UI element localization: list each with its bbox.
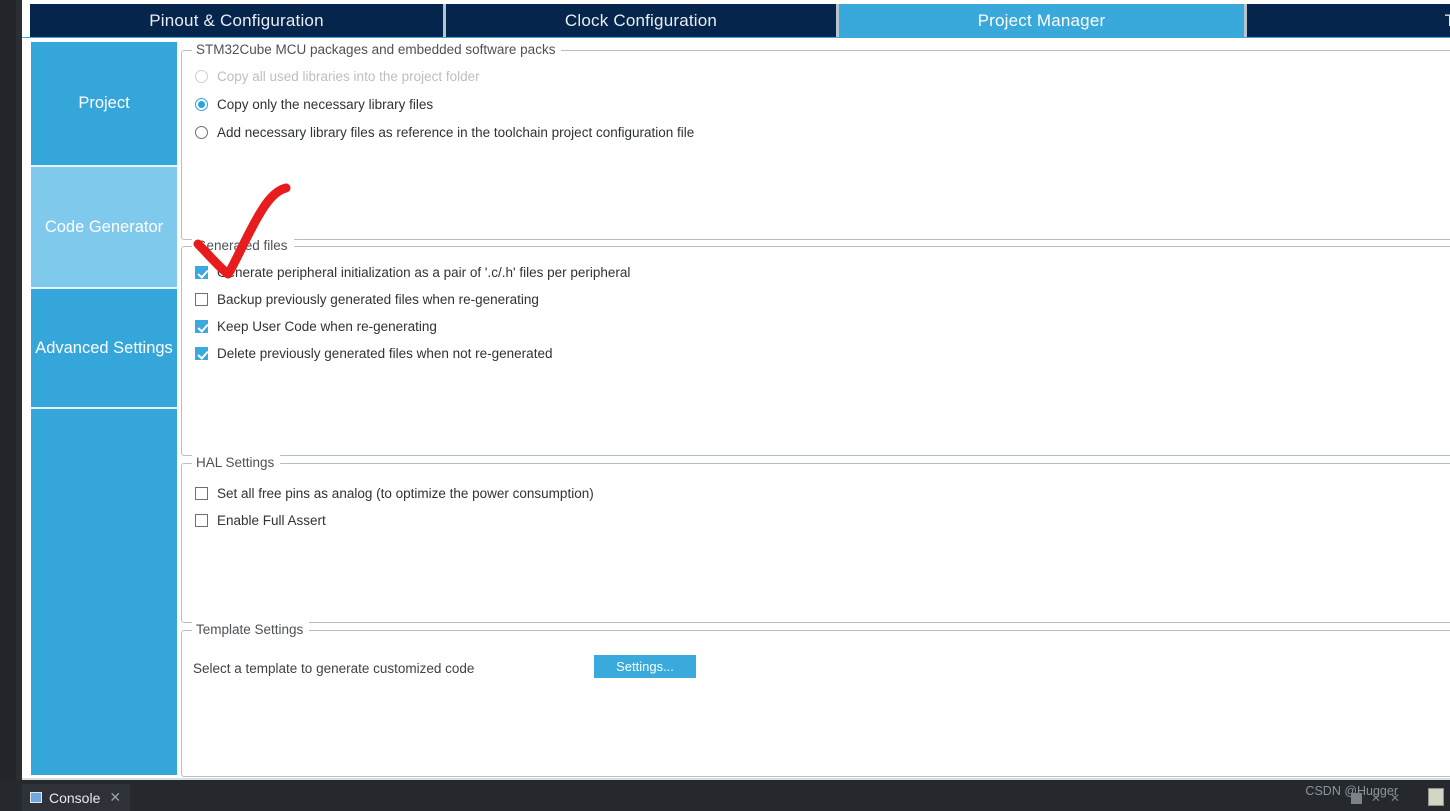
tab-label: Project Manager: [977, 10, 1106, 30]
template-settings-button[interactable]: Settings...: [594, 655, 696, 678]
checkbox-label: Enable Full Assert: [217, 513, 326, 528]
checkbox-label: Delete previously generated files when n…: [217, 346, 553, 361]
group-generated-files: Generated files Generate peripheral init…: [181, 238, 1450, 456]
tab-label: Pinout & Configuration: [149, 10, 324, 30]
close-x-icon-2: ✕: [1389, 791, 1400, 805]
tab-clock-configuration[interactable]: Clock Configuration: [446, 4, 836, 37]
checkbox-row-set-free-pins-analog[interactable]: Set all free pins as analog (to optimize…: [195, 486, 594, 501]
radio-label: Copy only the necessary library files: [217, 97, 434, 112]
group-generated-files-title: Generated files: [192, 238, 294, 253]
tab-project-manager[interactable]: Project Manager: [839, 4, 1244, 37]
bottom-status-bar: [0, 780, 1450, 811]
square-icon: [1350, 793, 1362, 804]
project-manager-sidebar: Project Code Generator Advanced Settings: [31, 42, 177, 779]
tab-tools[interactable]: To: [1247, 4, 1450, 37]
group-packages-title: STM32Cube MCU packages and embedded soft…: [192, 42, 562, 57]
corner-app-icon: [1428, 788, 1444, 806]
sidebar-item-label: Advanced Settings: [35, 338, 173, 357]
sidebar-item-empty[interactable]: [31, 409, 177, 775]
radio-icon[interactable]: [195, 70, 208, 83]
tab-label: To: [1444, 10, 1450, 30]
group-hal-settings: HAL Settings Set all free pins as analog…: [181, 455, 1450, 623]
radio-icon[interactable]: [195, 98, 208, 111]
checkbox-row-generate-peripheral-init[interactable]: Generate peripheral initialization as a …: [195, 265, 630, 280]
window-frame-left: [0, 0, 22, 795]
sidebar-item-label: Project: [78, 94, 130, 112]
watermark-icons: ✕ ✕: [1350, 791, 1400, 805]
checkbox-label: Keep User Code when re-generating: [217, 319, 437, 334]
radio-row-add-library-as-reference[interactable]: Add necessary library files as reference…: [195, 125, 694, 140]
sidebar-item-label: Code Generator: [44, 217, 164, 236]
checkbox-row-enable-full-assert[interactable]: Enable Full Assert: [195, 513, 326, 528]
radio-row-copy-all-libraries[interactable]: Copy all used libraries into the project…: [195, 69, 480, 84]
checkbox-icon[interactable]: [195, 347, 208, 360]
tab-label: Clock Configuration: [564, 10, 718, 30]
checkbox-icon[interactable]: [195, 514, 208, 527]
checkbox-label: Backup previously generated files when r…: [217, 292, 539, 307]
console-tab-label: Console: [49, 789, 101, 806]
sidebar-item-advanced-settings[interactable]: Advanced Settings: [31, 289, 177, 409]
group-template-settings: Template Settings Select a template to g…: [181, 622, 1450, 777]
radio-row-copy-necessary-library-files[interactable]: Copy only the necessary library files: [195, 97, 433, 112]
main-tabstrip: Pinout & Configuration Clock Configurati…: [22, 0, 1450, 38]
sidebar-item-code-generator[interactable]: Code Generator: [31, 167, 177, 289]
checkbox-label: Generate peripheral initialization as a …: [217, 265, 631, 280]
checkbox-row-delete-previously-generated[interactable]: Delete previously generated files when n…: [195, 346, 552, 361]
group-template-settings-title: Template Settings: [192, 622, 310, 637]
sidebar-item-project[interactable]: Project: [31, 42, 177, 167]
checkbox-row-keep-user-code[interactable]: Keep User Code when re-generating: [195, 319, 437, 334]
radio-label: Copy all used libraries into the project…: [217, 69, 480, 84]
radio-label: Add necessary library files as reference…: [217, 125, 695, 140]
close-icon[interactable]: ✕: [109, 789, 121, 806]
checkbox-row-backup-previously-generated[interactable]: Backup previously generated files when r…: [195, 292, 539, 307]
console-icon: [30, 792, 42, 803]
checkbox-icon[interactable]: [195, 320, 208, 333]
checkbox-icon[interactable]: [195, 293, 208, 306]
checkbox-icon[interactable]: [195, 266, 208, 279]
radio-icon[interactable]: [195, 126, 208, 139]
checkbox-label: Set all free pins as analog (to optimize…: [217, 486, 594, 501]
group-packages: STM32Cube MCU packages and embedded soft…: [181, 42, 1450, 240]
tab-pinout-configuration[interactable]: Pinout & Configuration: [30, 4, 443, 37]
template-description: Select a template to generate customized…: [193, 661, 475, 676]
close-x-icon-1: ✕: [1370, 791, 1381, 805]
console-tab[interactable]: Console ✕: [22, 784, 131, 811]
checkbox-icon[interactable]: [195, 487, 208, 500]
group-hal-settings-title: HAL Settings: [192, 455, 281, 470]
stm32cubemx-window: Pinout & Configuration Clock Configurati…: [0, 0, 1450, 811]
